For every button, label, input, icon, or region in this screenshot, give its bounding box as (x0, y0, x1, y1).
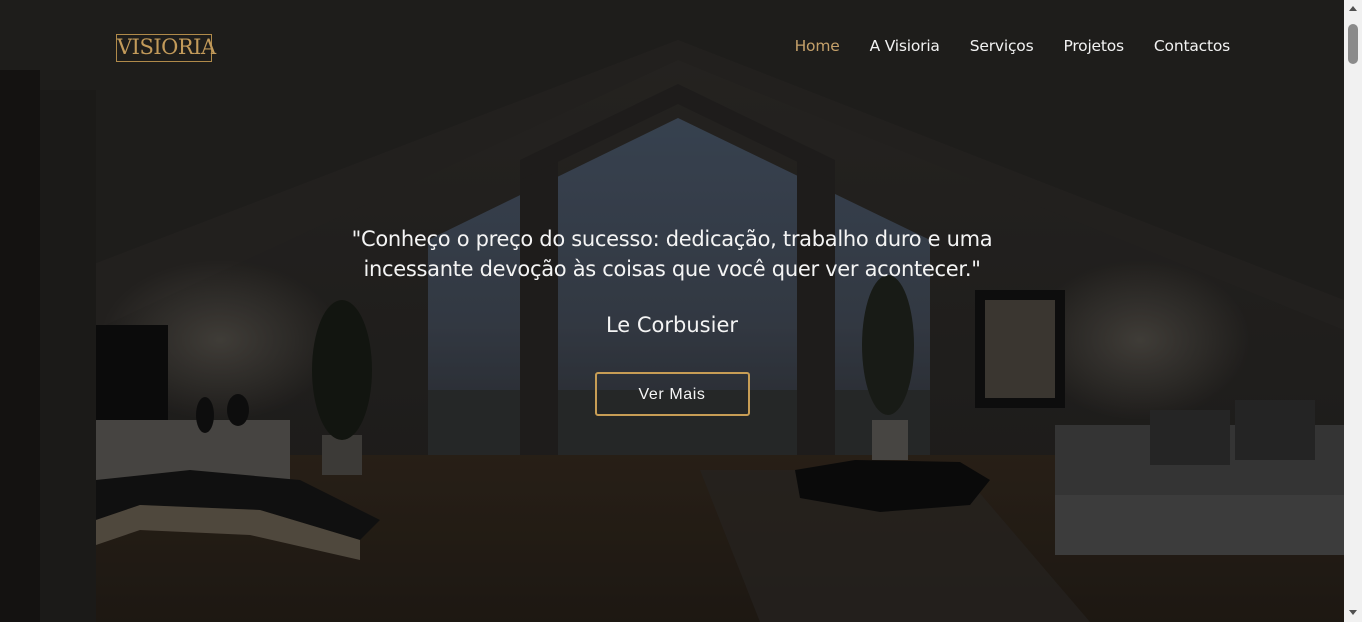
nav-links: Home A Visioria Serviços Projetos Contac… (795, 36, 1231, 56)
ver-mais-button[interactable]: Ver Mais (594, 372, 750, 416)
hero-quote-line-2: incessante devoção às coisas que você qu… (363, 257, 981, 281)
navbar: VISIORIA Home A Visioria Serviços Projet… (0, 0, 1344, 96)
nav-item-projetos[interactable]: Projetos (1063, 36, 1124, 56)
hero-quote: "Conheço o preço do sucesso: dedicação, … (312, 224, 1032, 284)
logo[interactable]: VISIORIA (116, 34, 216, 62)
nav-item-contactos[interactable]: Contactos (1154, 36, 1230, 56)
hero-section: "Conheço o preço do sucesso: dedicação, … (0, 224, 1344, 416)
hero-quote-line-1: "Conheço o preço do sucesso: dedicação, … (351, 227, 993, 251)
hero-quote-author: Le Corbusier (605, 313, 739, 337)
page: VISIORIA Home A Visioria Serviços Projet… (0, 0, 1362, 622)
chevron-down-icon[interactable] (1349, 610, 1357, 615)
nav-item-a-visioria[interactable]: A Visioria (870, 36, 940, 56)
scrollbar-thumb[interactable] (1348, 24, 1358, 64)
nav-item-home[interactable]: Home (795, 36, 840, 56)
page-scrollbar[interactable] (1344, 0, 1362, 622)
chevron-up-icon[interactable] (1349, 6, 1357, 11)
nav-item-servicos[interactable]: Serviços (970, 36, 1034, 56)
